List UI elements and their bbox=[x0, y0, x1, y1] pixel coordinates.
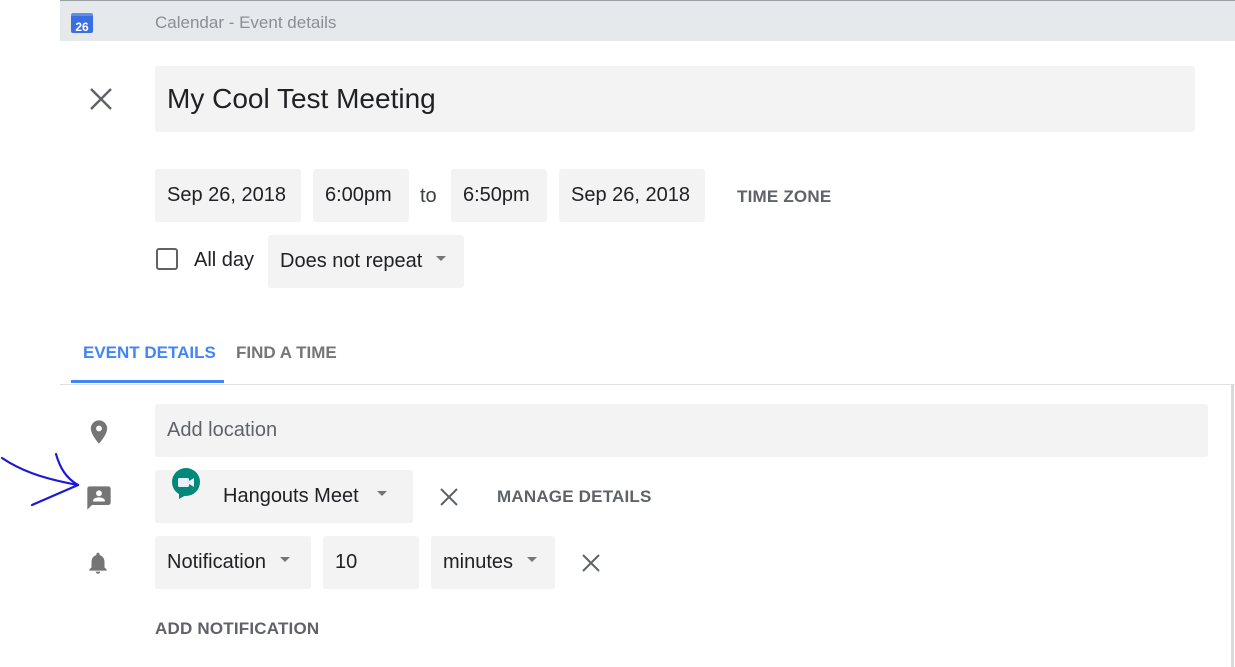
location-pin-icon bbox=[85, 418, 113, 446]
location-input[interactable]: Add location bbox=[155, 404, 1208, 457]
tab-find-a-time[interactable]: FIND A TIME bbox=[236, 343, 337, 363]
notification-unit-dropdown[interactable]: minutes bbox=[431, 536, 555, 589]
bell-icon bbox=[85, 550, 113, 578]
hangouts-meet-logo-icon bbox=[171, 468, 201, 521]
conference-contact-icon bbox=[85, 484, 113, 512]
chevron-down-icon bbox=[279, 557, 290, 563]
notification-unit-value: minutes bbox=[443, 551, 514, 573]
calendar-app-icon: 26 bbox=[71, 13, 93, 34]
all-day-label: All day bbox=[194, 249, 255, 271]
end-time-picker[interactable]: 6:50pm bbox=[451, 169, 547, 222]
tab-event-details[interactable]: EVENT DETAILS bbox=[83, 343, 216, 363]
time-zone-button[interactable]: TIME ZONE bbox=[737, 187, 831, 207]
window-titlebar: 26 Calendar - Event details bbox=[60, 0, 1235, 41]
all-day-checkbox[interactable] bbox=[156, 248, 178, 270]
close-icon bbox=[440, 488, 458, 506]
tab-divider bbox=[60, 384, 1235, 385]
close-button[interactable] bbox=[86, 84, 116, 114]
event-title-input[interactable]: My Cool Test Meeting bbox=[155, 66, 1195, 132]
close-icon bbox=[582, 554, 600, 572]
notification-type-dropdown[interactable]: Notification bbox=[155, 536, 311, 589]
close-icon bbox=[90, 88, 112, 110]
remove-conference-button[interactable] bbox=[438, 486, 460, 508]
add-notification-button[interactable]: ADD NOTIFICATION bbox=[155, 619, 319, 639]
scrollbar[interactable] bbox=[1231, 385, 1234, 667]
manage-details-button[interactable]: MANAGE DETAILS bbox=[497, 487, 652, 507]
start-date-picker[interactable]: Sep 26, 2018 bbox=[155, 169, 301, 222]
hand-drawn-arrow-annotation bbox=[0, 452, 80, 507]
repeat-dropdown[interactable]: Does not repeat bbox=[268, 235, 464, 288]
notification-type-value: Notification bbox=[167, 551, 266, 573]
conference-dropdown[interactable]: Hangouts Meet bbox=[155, 468, 413, 523]
window-title: Calendar - Event details bbox=[155, 13, 337, 32]
start-time-picker[interactable]: 6:00pm bbox=[313, 169, 409, 222]
repeat-value: Does not repeat bbox=[280, 250, 423, 272]
to-label: to bbox=[420, 185, 437, 207]
conference-value: Hangouts Meet bbox=[223, 485, 359, 507]
chevron-down-icon bbox=[376, 491, 387, 497]
chevron-down-icon bbox=[436, 256, 447, 262]
end-date-picker[interactable]: Sep 26, 2018 bbox=[559, 169, 705, 222]
notification-amount-input[interactable]: 10 bbox=[323, 536, 419, 589]
remove-notification-button[interactable] bbox=[580, 552, 602, 574]
active-tab-indicator bbox=[71, 380, 224, 383]
chevron-down-icon bbox=[527, 557, 538, 563]
